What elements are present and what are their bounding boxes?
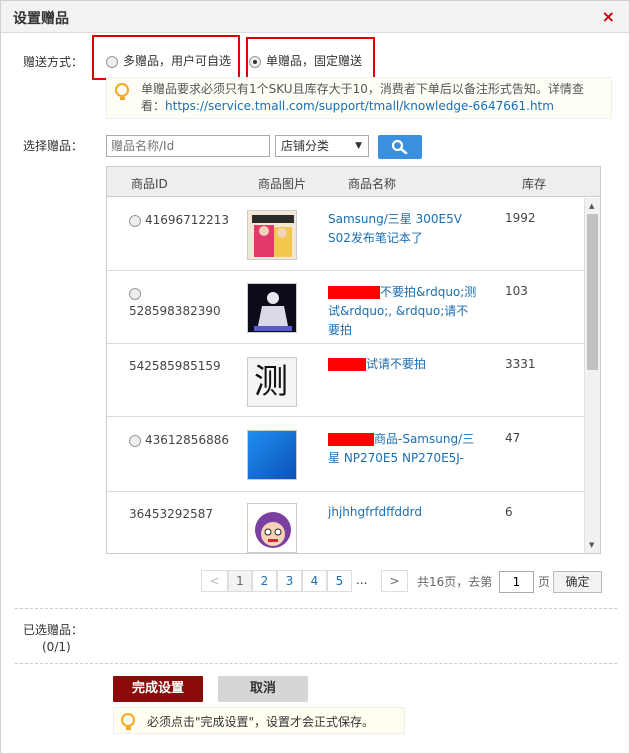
pagination-next[interactable]: > bbox=[381, 570, 408, 592]
product-name-link[interactable]: Samsung/三星 300E5V S02发布笔记本了 bbox=[328, 210, 478, 248]
product-stock: 3331 bbox=[505, 357, 536, 371]
product-name-text: 试请不要拍 bbox=[366, 357, 427, 371]
product-thumbnail bbox=[247, 283, 297, 333]
save-reminder: 必须点击"完成设置"，设置才会正式保存。 bbox=[113, 707, 405, 734]
dialog-title: 设置赠品 bbox=[13, 11, 69, 27]
table-row[interactable]: 542585985159 测 试请不要拍 3331 bbox=[107, 345, 584, 417]
highlight-box-single bbox=[246, 37, 375, 79]
column-header-name: 商品名称 bbox=[348, 177, 397, 191]
table-body: 41696712213 Samsung/三星 300E5V S02发布笔记本了 … bbox=[107, 198, 584, 553]
product-id: 36453292587 bbox=[129, 507, 213, 521]
product-id: 41696712213 bbox=[145, 213, 229, 227]
product-thumbnail bbox=[247, 430, 297, 480]
column-header-stock: 库存 bbox=[522, 177, 547, 191]
row-select-radio[interactable] bbox=[129, 287, 141, 300]
column-header-id: 商品ID bbox=[131, 177, 168, 191]
product-id: 528598382390 bbox=[129, 304, 221, 318]
product-name-link[interactable]: 商品-Samsung/三星 NP270E5 NP270E5J- bbox=[328, 430, 478, 468]
finish-settings-button[interactable]: 完成设置 bbox=[113, 676, 203, 702]
pagination-page-5[interactable]: 5 bbox=[327, 570, 352, 592]
redaction-block bbox=[328, 433, 374, 446]
product-name-link[interactable]: 试请不要拍 bbox=[328, 355, 478, 374]
selected-gifts-label: 已选赠品： bbox=[23, 623, 84, 637]
selected-gifts-count: (0/1) bbox=[42, 640, 71, 654]
close-icon[interactable]: × bbox=[602, 8, 615, 26]
dropdown-arrow-icon: ▼ bbox=[355, 141, 362, 151]
save-reminder-text: 必须点击"完成设置"，设置才会正式保存。 bbox=[147, 715, 375, 729]
thumbnail-character: 测 bbox=[254, 362, 288, 402]
row-id-cell: 528598382390 bbox=[129, 284, 221, 320]
divider bbox=[15, 663, 617, 664]
pagination-page-1[interactable]: 1 bbox=[228, 570, 252, 592]
redaction-block bbox=[328, 286, 380, 299]
single-gift-notice: 单赠品要求必须只有1个SKU且库存大于10，消费者下单后以备注形式告知。详情查看… bbox=[106, 77, 612, 119]
product-stock: 6 bbox=[505, 505, 513, 519]
column-header-image: 商品图片 bbox=[258, 177, 307, 191]
pagination-goto-input[interactable] bbox=[499, 571, 534, 593]
pagination-ellipsis: ... bbox=[356, 573, 368, 587]
pagination-total: 共16页，去第 bbox=[417, 575, 493, 589]
search-button[interactable] bbox=[378, 135, 422, 159]
gift-product-table: 商品ID 商品图片 商品名称 库存 41696712213 Samsung/三星… bbox=[106, 166, 601, 554]
product-name-link[interactable]: jhjhhgfrfdffddrd bbox=[328, 503, 478, 522]
table-row[interactable]: 43612856886 商品-Samsung/三星 NP270E5 NP270E… bbox=[107, 418, 584, 492]
product-stock: 47 bbox=[505, 431, 521, 445]
lightbulb-icon bbox=[115, 83, 129, 100]
table-row[interactable]: 528598382390 不要拍&rdquo;测试&rdquo;, &rdquo… bbox=[107, 272, 584, 344]
redaction-block bbox=[328, 358, 366, 371]
scroll-down-arrow-icon[interactable]: ▼ bbox=[589, 541, 594, 549]
row-id-cell: 41696712213 bbox=[129, 211, 229, 229]
product-id: 43612856886 bbox=[145, 433, 229, 447]
row-id-cell: 542585985159 bbox=[129, 357, 221, 375]
product-name-link[interactable]: 不要拍&rdquo;测试&rdquo;, &rdquo;请不要拍 bbox=[328, 283, 478, 340]
select-gift-label: 选择赠品： bbox=[23, 139, 84, 153]
product-thumbnail bbox=[247, 210, 297, 260]
pagination-page-2[interactable]: 2 bbox=[252, 570, 277, 592]
dialog-titlebar: 设置赠品 × bbox=[1, 1, 629, 33]
scroll-up-arrow-icon[interactable]: ▲ bbox=[589, 202, 594, 210]
product-id: 542585985159 bbox=[129, 359, 221, 373]
pagination-prev[interactable]: < bbox=[201, 570, 228, 592]
product-thumbnail: 测 bbox=[247, 357, 297, 407]
gift-mode-label: 赠送方式： bbox=[23, 55, 84, 69]
gift-search-input[interactable] bbox=[106, 135, 270, 157]
table-row[interactable]: 36453292587 jhjhhgfrfdffddrd 6 bbox=[107, 493, 584, 553]
row-select-radio[interactable] bbox=[129, 434, 141, 447]
product-thumbnail bbox=[247, 503, 297, 553]
pagination-page-4[interactable]: 4 bbox=[302, 570, 327, 592]
row-select-radio[interactable] bbox=[129, 214, 141, 227]
lightbulb-icon bbox=[121, 713, 135, 730]
divider bbox=[15, 608, 617, 609]
shop-category-selected: 店铺分类 bbox=[281, 139, 330, 153]
pagination-page-3[interactable]: 3 bbox=[277, 570, 302, 592]
row-id-cell: 36453292587 bbox=[129, 505, 213, 523]
search-icon bbox=[391, 139, 408, 155]
scroll-thumb[interactable] bbox=[587, 214, 598, 370]
table-header: 商品ID 商品图片 商品名称 库存 bbox=[107, 167, 600, 197]
cancel-button[interactable]: 取消 bbox=[218, 676, 308, 702]
notice-text: 单赠品要求必须只有1个SKU且库存大于10，消费者下单后以备注形式告知。详情查看… bbox=[141, 81, 607, 115]
row-id-cell: 43612856886 bbox=[129, 431, 229, 449]
product-stock: 103 bbox=[505, 284, 528, 298]
table-row[interactable]: 41696712213 Samsung/三星 300E5V S02发布笔记本了 … bbox=[107, 198, 584, 271]
highlight-box-multi bbox=[92, 35, 240, 80]
pagination-confirm-button[interactable]: 确定 bbox=[553, 571, 602, 593]
pagination-page-suffix: 页 bbox=[538, 575, 551, 589]
gift-settings-dialog: 设置赠品 × 赠送方式： 多赠品，用户可自选 单赠品，固定赠送 单赠品要求必须只… bbox=[0, 0, 630, 754]
table-scrollbar[interactable]: ▲ ▼ bbox=[584, 198, 600, 553]
knowledge-link[interactable]: https://service.tmall.com/support/tmall/… bbox=[165, 99, 554, 113]
shop-category-select[interactable]: 店铺分类 ▼ bbox=[275, 135, 369, 157]
product-stock: 1992 bbox=[505, 211, 536, 225]
